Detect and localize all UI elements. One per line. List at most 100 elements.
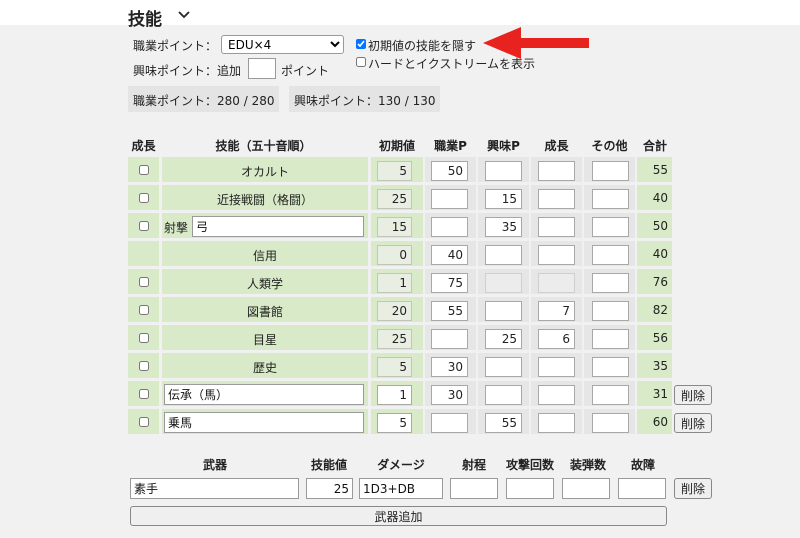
delete-weapon-button[interactable]: 削除	[674, 478, 712, 499]
weapon-skill-input[interactable]	[306, 478, 353, 499]
weapon-malfunction-input[interactable]	[618, 478, 666, 499]
growth-input[interactable]	[538, 357, 575, 377]
weapon-col-header-malfunction: 故障	[630, 458, 655, 472]
weapon-damage-input[interactable]	[359, 478, 443, 499]
initial-value: 0	[377, 245, 412, 265]
weapon-ammo-input[interactable]	[562, 478, 610, 499]
growth-checkbox[interactable]	[139, 165, 149, 175]
section-title: 技能	[128, 10, 162, 30]
growth-checkbox[interactable]	[139, 193, 149, 203]
col-header-other: その他	[591, 139, 628, 153]
growth-checkbox[interactable]	[139, 277, 149, 287]
interest-add-input[interactable]	[248, 58, 276, 79]
top-band	[0, 0, 800, 25]
chevron-down-icon[interactable]	[177, 9, 191, 21]
growth-checkbox[interactable]	[139, 389, 149, 399]
occupation-formula-select[interactable]: EDU×4	[221, 35, 344, 54]
other-input[interactable]	[592, 161, 629, 181]
skill-row: 目星 25 25 6 56	[0, 325, 800, 353]
interest-points-input[interactable]	[485, 385, 522, 405]
skill-row: 1 30 31 削除	[0, 381, 800, 409]
col-header-occupation: 職業P	[434, 139, 467, 153]
interest-points-input[interactable]	[485, 357, 522, 377]
interest-points-input[interactable]	[485, 245, 522, 265]
interest-points-summary: 興味ポイント：130 / 130	[289, 86, 441, 112]
skill-total: 76	[652, 275, 668, 289]
delete-skill-button[interactable]: 削除	[674, 413, 712, 433]
delete-skill-button[interactable]: 削除	[674, 385, 712, 405]
occupation-points-input[interactable]	[431, 217, 468, 237]
interest-points-input[interactable]: 55	[485, 413, 522, 433]
growth-input[interactable]	[538, 245, 575, 265]
skill-row: 人類学 1 75 76	[0, 269, 800, 297]
initial-value-input[interactable]: 1	[377, 385, 412, 405]
occupation-points-input[interactable]: 75	[431, 273, 468, 293]
growth-checkbox[interactable]	[139, 417, 149, 427]
hide-initial-checkbox[interactable]	[356, 39, 366, 49]
skill-specialty-input[interactable]	[192, 216, 364, 237]
skill-total: 40	[652, 191, 668, 205]
other-input[interactable]	[592, 217, 629, 237]
skill-total: 60	[652, 415, 668, 429]
add-weapon-button[interactable]: 武器追加	[130, 506, 667, 526]
occupation-points-input[interactable]	[431, 189, 468, 209]
occupation-points-input[interactable]	[431, 413, 468, 433]
growth-input[interactable]	[538, 385, 575, 405]
initial-value: 15	[377, 217, 412, 237]
initial-value-input[interactable]: 5	[377, 413, 412, 433]
growth-checkbox[interactable]	[139, 305, 149, 315]
hard-extreme-checkbox[interactable]	[356, 57, 366, 67]
occupation-points-label: 職業ポイント：	[133, 39, 218, 53]
other-input[interactable]	[592, 273, 629, 293]
interest-points-input	[485, 273, 522, 293]
occupation-points-input[interactable]	[431, 329, 468, 349]
occupation-points-input[interactable]: 40	[431, 245, 468, 265]
weapon-col-header-damage: ダメージ	[377, 458, 425, 472]
initial-value: 25	[377, 329, 412, 349]
skill-total: 50	[652, 219, 668, 233]
occupation-points-input[interactable]: 30	[431, 357, 468, 377]
occupation-points-input[interactable]: 55	[431, 301, 468, 321]
other-input[interactable]	[592, 385, 629, 405]
interest-points-input[interactable]	[485, 301, 522, 321]
other-input[interactable]	[592, 245, 629, 265]
initial-value: 1	[377, 273, 412, 293]
interest-points-suffix: ポイント	[281, 64, 330, 78]
col-header-growth: 成長	[544, 139, 569, 153]
occupation-points-input[interactable]: 30	[431, 385, 468, 405]
initial-value: 5	[377, 357, 412, 377]
weapon-col-header-range: 射程	[461, 458, 486, 472]
interest-points-input[interactable]	[485, 161, 522, 181]
custom-skill-input[interactable]	[164, 412, 364, 433]
growth-input[interactable]	[538, 189, 575, 209]
growth-checkbox[interactable]	[139, 361, 149, 371]
weapon-col-header-ammo: 装弾数	[569, 458, 606, 472]
interest-points-input[interactable]: 15	[485, 189, 522, 209]
skill-row: 図書館 20 55 7 82	[0, 297, 800, 325]
growth-input[interactable]	[538, 217, 575, 237]
growth-checkbox[interactable]	[139, 333, 149, 343]
skill-row: 射撃 15 35 50	[0, 213, 800, 241]
weapon-col-header-name: 武器	[202, 458, 227, 472]
custom-skill-input[interactable]	[164, 384, 364, 405]
growth-checkbox[interactable]	[139, 221, 149, 231]
hide-initial-label: 初期値の技能を隠す	[368, 39, 477, 53]
interest-points-input[interactable]: 35	[485, 217, 522, 237]
other-input[interactable]	[592, 357, 629, 377]
interest-points-input[interactable]: 25	[485, 329, 522, 349]
weapon-attacks-input[interactable]	[506, 478, 554, 499]
skill-row: オカルト 5 50 55	[0, 157, 800, 185]
other-input[interactable]	[592, 301, 629, 321]
other-input[interactable]	[592, 189, 629, 209]
skill-row: 信用 0 40 40	[0, 241, 800, 269]
other-input[interactable]	[592, 329, 629, 349]
growth-input[interactable]	[538, 413, 575, 433]
growth-input[interactable]: 7	[538, 301, 575, 321]
occupation-points-input[interactable]: 50	[431, 161, 468, 181]
col-header-total: 合計	[642, 139, 667, 153]
weapon-range-input[interactable]	[450, 478, 498, 499]
growth-input[interactable]	[538, 161, 575, 181]
other-input[interactable]	[592, 413, 629, 433]
growth-input[interactable]: 6	[538, 329, 575, 349]
weapon-name-input[interactable]	[130, 478, 299, 499]
